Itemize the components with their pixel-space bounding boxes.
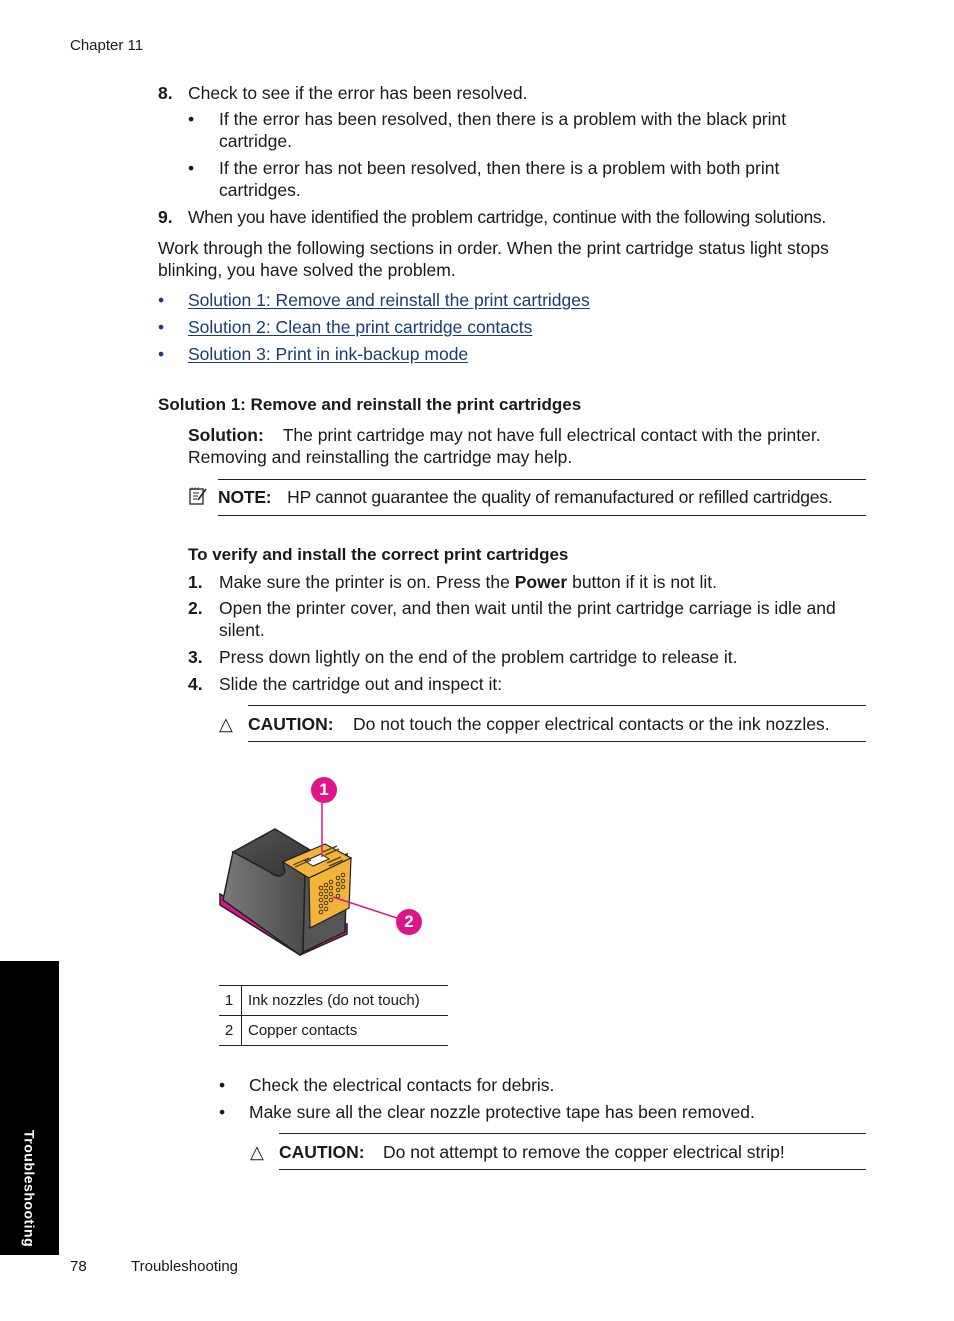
note-top-rule (218, 479, 866, 480)
note-icon (188, 486, 208, 511)
bullet-text-line1: If the error has not been resolved, then… (219, 158, 780, 178)
step-text-line1: Open the printer cover, and then wait un… (219, 598, 836, 618)
solution-1-heading: Solution 1: Remove and reinstall the pri… (158, 395, 582, 414)
caution-2: △ CAUTION: Do not attempt to remove the … (250, 1141, 785, 1163)
intro-line2: blinking, you have solved the problem. (158, 260, 456, 280)
solution-paragraph: Solution: The print cartridge may not ha… (188, 424, 821, 468)
caution-label: CAUTION: (248, 714, 334, 734)
footer-section: Troubleshooting (131, 1258, 239, 1275)
bullet-icon: • (219, 1102, 226, 1122)
bullet-icon: • (188, 158, 195, 178)
legend-number: 2 (219, 1015, 242, 1046)
step-number: 8. (158, 83, 173, 103)
note-text: HP cannot guarantee the quality of reman… (287, 487, 833, 507)
step-text-line2: silent. (219, 620, 265, 640)
bullet-icon: • (158, 344, 165, 364)
power-button-label: Power (514, 572, 568, 592)
step-text: Make sure the printer is on. Press the (219, 572, 515, 592)
caution-icon: △ (219, 714, 233, 734)
intro-line1: Work through the following sections in o… (158, 238, 829, 258)
legend-label: Copper contacts (241, 1015, 448, 1046)
table-row: 2 Copper contacts (219, 1015, 448, 1046)
note: NOTE: HP cannot guarantee the quality of… (218, 486, 833, 508)
solution-2-link[interactable]: Solution 2: Clean the print cartridge co… (188, 316, 532, 338)
procedure-heading: To verify and install the correct print … (188, 545, 569, 564)
page-number: 78 (70, 1258, 87, 1275)
note-bottom-rule (218, 515, 866, 516)
side-tab-label: Troubleshooting (21, 1129, 38, 1247)
step-number: 1. (188, 572, 203, 592)
caution-label: CAUTION: (279, 1142, 365, 1162)
solution-3-link[interactable]: Solution 3: Print in ink-backup mode (188, 343, 468, 365)
bullet-text-line2: cartridges. (219, 180, 301, 200)
bullet-text: Make sure all the clear nozzle protectiv… (249, 1102, 755, 1122)
caution-bottom-rule (279, 1169, 866, 1170)
step-text: Slide the cartridge out and inspect it: (219, 674, 503, 694)
step-number: 4. (188, 674, 203, 694)
caution-1: △ CAUTION: Do not touch the copper elect… (219, 713, 830, 735)
caution-text: Do not attempt to remove the copper elec… (383, 1142, 785, 1162)
caution-bottom-rule (248, 741, 866, 742)
bullet-icon: • (158, 290, 165, 310)
side-tab-label-wrap: Troubleshooting (0, 961, 59, 1255)
step-number: 9. (158, 207, 173, 227)
solution-text-line1: The print cartridge may not have full el… (282, 425, 821, 445)
callout-1-badge: 1 (311, 777, 337, 803)
bullet-icon: • (219, 1075, 226, 1095)
caution-top-rule (248, 705, 866, 706)
legend-label: Ink nozzles (do not touch) (241, 985, 448, 1016)
legend-number: 1 (219, 985, 242, 1016)
solution-1-link[interactable]: Solution 1: Remove and reinstall the pri… (188, 289, 590, 311)
chapter-header: Chapter 11 (70, 37, 144, 54)
bullet-icon: • (158, 317, 165, 337)
bullet-icon: • (188, 109, 195, 129)
bullet-text-line1: If the error has been resolved, then the… (219, 109, 787, 129)
step-text: Check to see if the error has been resol… (188, 83, 528, 103)
table-row: 1 Ink nozzles (do not touch) (219, 985, 448, 1016)
caution-icon: △ (250, 1142, 264, 1162)
caution-top-rule (279, 1133, 866, 1134)
step-number: 2. (188, 598, 203, 618)
caution-text: Do not touch the copper electrical conta… (353, 714, 830, 734)
callout-2-badge: 2 (396, 909, 422, 935)
solution-label: Solution: (188, 425, 264, 445)
step-number: 3. (188, 647, 203, 667)
note-label: NOTE: (218, 487, 272, 507)
bullet-text-line2: cartridge. (219, 131, 292, 151)
figure-legend-table: 1 Ink nozzles (do not touch) 2 Copper co… (219, 985, 448, 1046)
bullet-text: Check the electrical contacts for debris… (249, 1075, 555, 1095)
step-text: When you have identified the problem car… (188, 207, 827, 227)
step-text: button if it is not lit. (567, 572, 718, 592)
solution-text-line2: Removing and reinstalling the cartridge … (188, 447, 573, 467)
step-text: Press down lightly on the end of the pro… (219, 647, 738, 667)
intro-paragraph: Work through the following sections in o… (158, 237, 829, 281)
